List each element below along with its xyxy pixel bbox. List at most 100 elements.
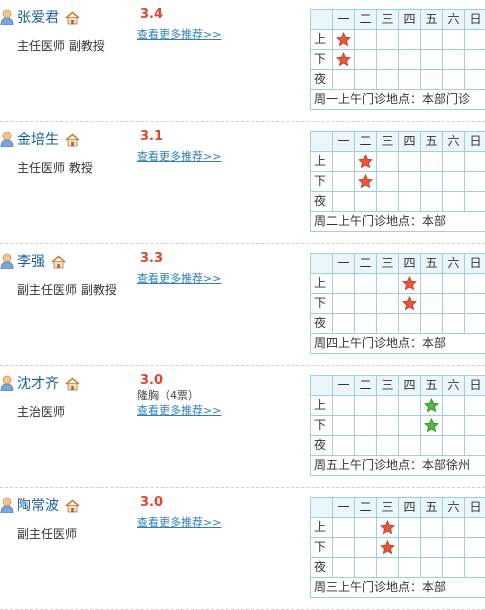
schedule-slot-available[interactable] <box>421 396 443 416</box>
doctor-row: 陶常波副主任医师3.0查看更多推荐>>一二三四五六日上下夜周三上午门诊地点：本部 <box>0 488 485 610</box>
schedule-corner <box>311 376 333 396</box>
schedule-slot-available[interactable] <box>399 294 421 314</box>
schedule-table: 一二三四五六日上下夜周二上午门诊地点：本部 <box>310 131 485 232</box>
schedule-slot <box>465 436 485 456</box>
schedule-slot <box>443 396 465 416</box>
schedule-slot <box>465 416 485 436</box>
schedule-slot <box>443 70 465 90</box>
schedule-slot <box>399 416 421 436</box>
schedule-slot <box>333 172 355 192</box>
home-icon[interactable] <box>65 376 80 390</box>
weekday-header: 四 <box>399 376 421 396</box>
doctor-name-link[interactable]: 李强 <box>17 251 45 271</box>
schedule-slot <box>465 30 485 50</box>
user-icon <box>0 253 14 269</box>
clinic-location: 周四上午门诊地点：本部 <box>311 334 485 354</box>
period-label: 下 <box>311 50 333 70</box>
schedule-slot <box>377 416 399 436</box>
period-label: 下 <box>311 172 333 192</box>
weekday-header: 二 <box>355 376 377 396</box>
schedule-slot-available[interactable] <box>355 172 377 192</box>
schedule-slot <box>355 294 377 314</box>
schedule-slot <box>355 396 377 416</box>
schedule-slot-available[interactable] <box>377 538 399 558</box>
schedule-slot <box>399 396 421 416</box>
schedule-slot <box>443 274 465 294</box>
schedule-slot <box>399 518 421 538</box>
home-icon[interactable] <box>51 254 66 268</box>
star-icon <box>336 52 351 67</box>
weekday-header: 三 <box>377 498 399 518</box>
doctor-votes: 隆胸（4票） <box>137 387 199 403</box>
clinic-location: 周一上午门诊地点：本部门诊 <box>311 90 485 110</box>
schedule-slot <box>465 314 485 334</box>
schedule-slot <box>377 558 399 578</box>
schedule-slot-available[interactable] <box>333 30 355 50</box>
doctor-name-link[interactable]: 沈才齐 <box>17 373 59 393</box>
schedule-slot <box>333 416 355 436</box>
schedule-slot <box>377 30 399 50</box>
schedule-slot-available[interactable] <box>421 416 443 436</box>
schedule-table: 一二三四五六日上下夜周一上午门诊地点：本部门诊 <box>310 9 485 110</box>
more-recommendations-link[interactable]: 查看更多推荐>> <box>137 514 221 530</box>
schedule-slot-available[interactable] <box>355 152 377 172</box>
doctor-name-link[interactable]: 张爱君 <box>17 7 59 27</box>
schedule-slot <box>399 192 421 212</box>
schedule-slot <box>421 558 443 578</box>
home-icon[interactable] <box>65 498 80 512</box>
weekday-header: 四 <box>399 498 421 518</box>
more-recommendations-link[interactable]: 查看更多推荐>> <box>137 402 221 418</box>
schedule-slot <box>421 314 443 334</box>
schedule-slot <box>333 396 355 416</box>
period-label: 下 <box>311 294 333 314</box>
schedule-slot <box>421 294 443 314</box>
weekday-header: 一 <box>333 254 355 274</box>
home-icon[interactable] <box>65 10 80 24</box>
schedule-slot <box>443 152 465 172</box>
schedule-slot <box>377 192 399 212</box>
schedule-slot <box>377 294 399 314</box>
weekday-header: 一 <box>333 498 355 518</box>
schedule-slot <box>443 518 465 538</box>
star-icon <box>402 276 417 291</box>
schedule-slot <box>377 314 399 334</box>
schedule-slot <box>333 192 355 212</box>
weekday-header: 二 <box>355 10 377 30</box>
weekday-header: 三 <box>377 376 399 396</box>
schedule-slot-available[interactable] <box>399 274 421 294</box>
period-label: 夜 <box>311 558 333 578</box>
schedule-slot <box>465 70 485 90</box>
more-recommendations-link[interactable]: 查看更多推荐>> <box>137 148 221 164</box>
weekday-header: 一 <box>333 132 355 152</box>
schedule-slot <box>443 172 465 192</box>
star-icon <box>358 154 373 169</box>
period-label: 上 <box>311 152 333 172</box>
schedule-corner <box>311 254 333 274</box>
weekday-header: 五 <box>421 498 443 518</box>
star-icon <box>336 32 351 47</box>
weekday-header: 三 <box>377 132 399 152</box>
schedule-slot <box>333 274 355 294</box>
weekday-header: 日 <box>465 254 485 274</box>
schedule-slot <box>465 152 485 172</box>
schedule-slot <box>465 294 485 314</box>
doctor-name-link[interactable]: 陶常波 <box>17 495 59 515</box>
schedule-slot-available[interactable] <box>333 50 355 70</box>
doctor-name-link[interactable]: 金培生 <box>17 129 59 149</box>
more-recommendations-link[interactable]: 查看更多推荐>> <box>137 26 221 42</box>
schedule-corner <box>311 498 333 518</box>
schedule-slot <box>333 558 355 578</box>
more-recommendations-link[interactable]: 查看更多推荐>> <box>137 270 221 286</box>
schedule-slot <box>443 314 465 334</box>
clinic-location: 周五上午门诊地点：本部徐州 <box>311 456 485 476</box>
schedule-slot-available[interactable] <box>377 518 399 538</box>
home-icon[interactable] <box>65 132 80 146</box>
schedule-slot <box>399 50 421 70</box>
period-label: 夜 <box>311 192 333 212</box>
schedule-slot <box>333 436 355 456</box>
schedule-slot <box>355 558 377 578</box>
schedule-slot <box>355 436 377 456</box>
schedule-table: 一二三四五六日上下夜周四上午门诊地点：本部 <box>310 253 485 354</box>
doctor-name-wrap: 陶常波 <box>0 495 80 515</box>
weekday-header: 六 <box>443 254 465 274</box>
